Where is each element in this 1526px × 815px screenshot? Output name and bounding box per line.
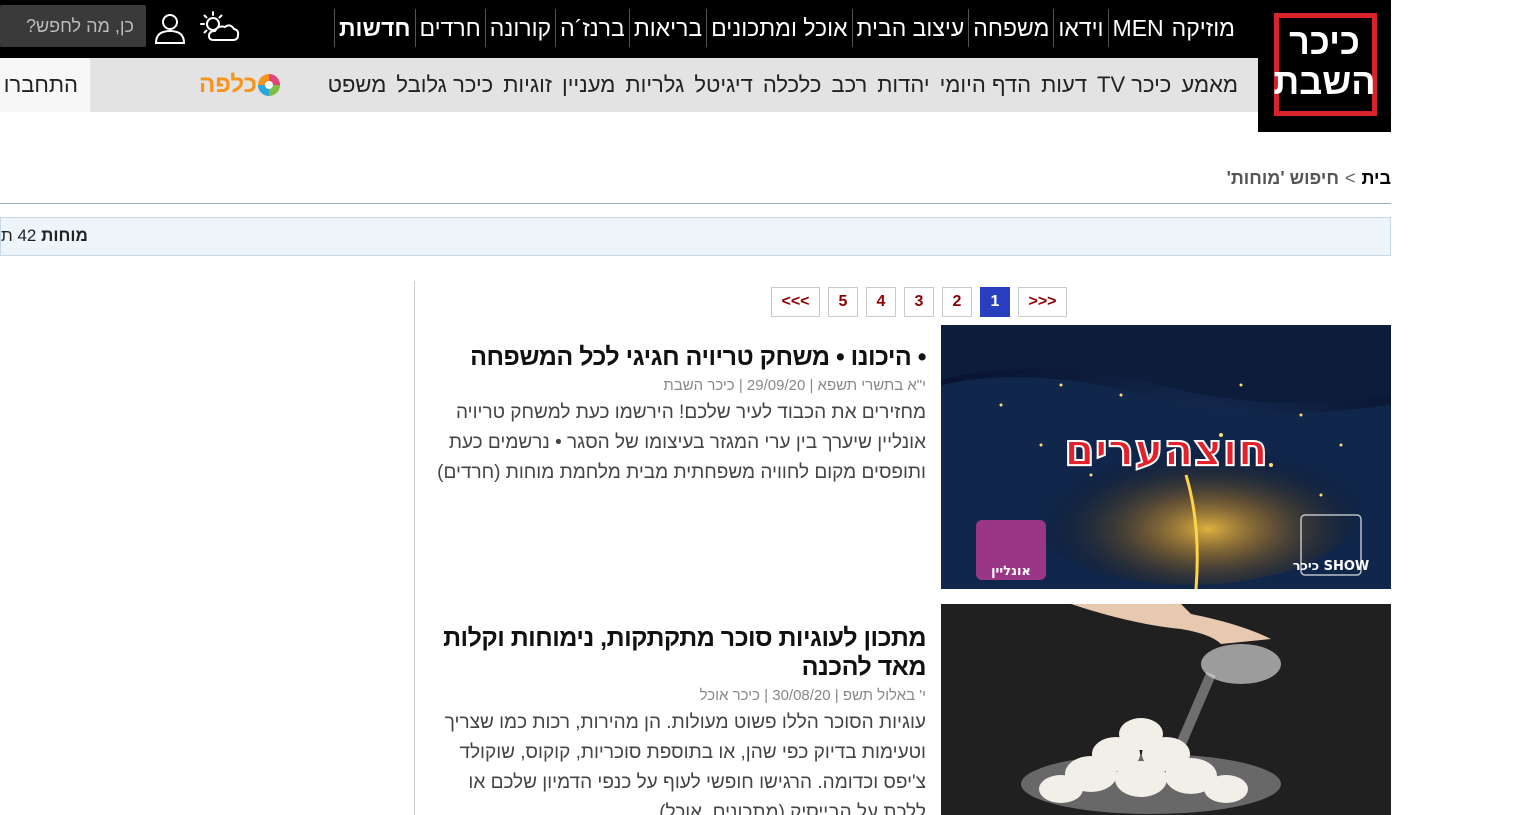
article-item: מתכון לעוגיות סוכר מתקתקות, נימוחות וקלו…	[430, 604, 1391, 815]
article-excerpt: עוגיות הסוכר הללו פשוט מעולות. הן מהירות…	[444, 712, 926, 815]
kalpa-link[interactable]: כלפה	[197, 70, 301, 100]
subnav-item-digital[interactable]: דיגיטל	[689, 72, 758, 98]
article-image[interactable]: חוצהערים אונליין כיכר SHOW	[941, 325, 1391, 589]
site-logo[interactable]: כיכר השבת	[1258, 0, 1391, 132]
nav-item-corona[interactable]: קורונה	[484, 9, 555, 47]
subnav-item-judaism[interactable]: יהדות	[872, 72, 934, 98]
results-count: 42 ת	[1, 226, 37, 245]
article-image-badge-right: כיכר SHOW	[1293, 559, 1370, 574]
search-results-bar: מוחות 42 ת	[0, 217, 1391, 256]
subnav-item-global[interactable]: כיכר גלובל	[391, 72, 498, 98]
nav-item-family[interactable]: משפחה	[968, 9, 1053, 47]
subnav-item-opinions[interactable]: דעות	[1036, 72, 1092, 98]
pagination: <<< 5 4 3 2 1 >>>	[771, 287, 1067, 317]
subnav-item-cars[interactable]: רכב	[826, 72, 872, 98]
nav-item-health[interactable]: בריאות	[628, 9, 706, 47]
article-image-title: חוצהערים	[1064, 425, 1268, 476]
article-excerpt: מחזירים את הכבוד לעיר שלכם! הירשמו כעת ל…	[437, 402, 926, 483]
pagination-page-4[interactable]: 4	[866, 287, 896, 317]
subnav-item-relationships[interactable]: זוגיות	[498, 72, 557, 98]
article-image[interactable]	[941, 604, 1391, 815]
nav-item-music[interactable]: מוזיקה	[1168, 9, 1239, 47]
subnav-item-mame[interactable]: מאמע	[1176, 72, 1243, 98]
pagination-prev[interactable]: >>>	[1018, 287, 1067, 317]
main-nav: חדשות חרדים קורונה ברנז´ה בריאות אוכל ומ…	[334, 9, 1239, 47]
pagination-next[interactable]: <<<	[771, 287, 820, 317]
user-icon[interactable]	[152, 10, 188, 46]
weather-partly-cloudy-icon[interactable]	[197, 10, 241, 46]
divider	[0, 203, 1391, 204]
breadcrumb-separator: >	[1344, 168, 1356, 188]
pagination-page-3[interactable]: 3	[904, 287, 934, 317]
article-meta: י' באלול תשפ | 30/08/20 | כיכר אוכל	[699, 687, 926, 704]
breadcrumb-current: חיפוש 'מוחות'	[1226, 168, 1339, 188]
kalpa-label: כלפה	[199, 71, 257, 98]
column-divider	[414, 281, 415, 815]
breadcrumb-home[interactable]: בית	[1361, 168, 1391, 189]
subnav-item-interesting[interactable]: מעניין	[557, 72, 620, 98]
nav-item-news[interactable]: חדשות	[334, 9, 414, 47]
nav-item-branja[interactable]: ברנז´ה	[555, 9, 629, 47]
search-results-info: מוחות 42 ת	[1, 226, 88, 246]
article-text: מתכון לעוגיות סוכר מתקתקות, נימוחות וקלו…	[436, 624, 926, 815]
nav-item-haredim[interactable]: חרדים	[414, 9, 485, 47]
sub-nav: משפט כיכר גלובל זוגיות מעניין גלריות דיג…	[323, 58, 1243, 112]
article-meta: י"א בתשרי תשפא | 29/09/20 | כיכר השבת	[663, 377, 926, 394]
article-title[interactable]: מתכון לעוגיות סוכר מתקתקות, נימוחות וקלו…	[436, 624, 926, 682]
article-item: חוצהערים אונליין כיכר SHOW • היכונו • מש…	[430, 325, 1391, 589]
article-title[interactable]: • היכונו • משחק טריויה חגיגי לכל המשפחה	[436, 343, 926, 372]
search-term: מוחות	[41, 226, 88, 245]
subnav-item-economy[interactable]: כלכלה	[758, 72, 827, 98]
pagination-page-1[interactable]: 1	[980, 287, 1010, 317]
nav-item-men[interactable]: MEN	[1107, 9, 1168, 47]
search-input[interactable]: כן, מה לחפש?	[0, 5, 146, 47]
breadcrumb: בית > חיפוש 'מוחות'	[1227, 168, 1391, 189]
nav-item-food[interactable]: אוכל ומתכונים	[706, 9, 851, 47]
article-image-badge-left: אונליין	[991, 564, 1031, 579]
pagination-page-5[interactable]: 5	[828, 287, 858, 317]
kalpa-logo-icon	[257, 74, 280, 96]
logo-line-1: כיכר	[1289, 21, 1360, 62]
login-button[interactable]: התחברו	[0, 58, 90, 112]
logo-line-2: השבת	[1273, 61, 1376, 102]
subnav-item-daf-yomi[interactable]: הדף היומי	[935, 72, 1037, 98]
subnav-item-law[interactable]: משפט	[323, 72, 392, 98]
pagination-page-2[interactable]: 2	[942, 287, 972, 317]
subnav-item-galleries[interactable]: גלריות	[620, 72, 689, 98]
subnav-item-tv[interactable]: כיכר TV	[1092, 72, 1176, 98]
article-text: • היכונו • משחק טריויה חגיגי לכל המשפחה …	[436, 343, 926, 488]
nav-item-video[interactable]: וידאו	[1053, 9, 1107, 47]
nav-item-home-design[interactable]: עיצוב הבית	[851, 9, 969, 47]
